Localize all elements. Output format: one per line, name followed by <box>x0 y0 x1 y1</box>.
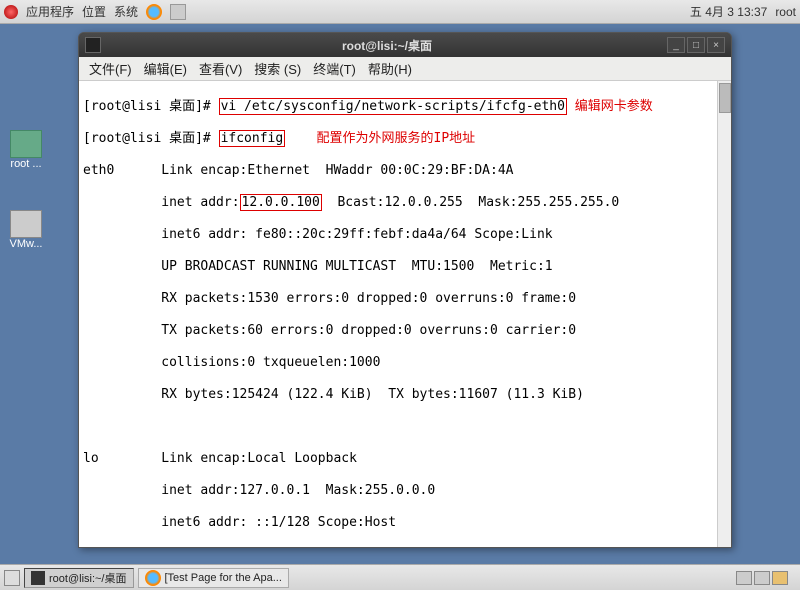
workspace-1[interactable] <box>736 571 752 585</box>
menu-system[interactable]: 系统 <box>114 3 138 20</box>
terminal-icon <box>31 571 45 585</box>
cmd-vi-ifcfg: vi /etc/sysconfig/network-scripts/ifcfg-… <box>219 98 567 115</box>
menu-edit[interactable]: 编辑(E) <box>140 57 191 80</box>
taskbar-firefox[interactable]: [Test Page for the Apa... <box>138 568 289 588</box>
top-panel: 应用程序 位置 系统 五 4月 3 13:37 root <box>0 0 800 24</box>
scroll-thumb[interactable] <box>719 83 731 113</box>
menubar: 文件(F) 编辑(E) 查看(V) 搜索 (S) 终端(T) 帮助(H) <box>79 57 731 81</box>
minimize-button[interactable]: _ <box>667 37 685 53</box>
bottom-panel: root@lisi:~/桌面 [Test Page for the Apa... <box>0 564 800 590</box>
workspace-2[interactable] <box>754 571 770 585</box>
desktop-icons: root ... VMw... <box>6 130 46 250</box>
titlebar[interactable]: root@lisi:~/桌面 _ □ × <box>79 33 731 57</box>
user-menu[interactable]: root <box>775 5 796 19</box>
scrollbar[interactable] <box>717 81 731 547</box>
menu-terminal[interactable]: 终端(T) <box>309 57 360 80</box>
maximize-button[interactable]: □ <box>687 37 705 53</box>
terminal-output[interactable]: [root@lisi 桌面]# vi /etc/sysconfig/networ… <box>79 81 731 547</box>
menu-view[interactable]: 查看(V) <box>195 57 246 80</box>
window-title: root@lisi:~/桌面 <box>107 37 667 54</box>
annotation-edit-nic: 编辑网卡参数 <box>575 99 653 114</box>
desktop-icon-home[interactable]: root ... <box>6 130 46 170</box>
launcher-icon[interactable] <box>170 4 186 20</box>
menu-help[interactable]: 帮助(H) <box>364 57 416 80</box>
eth0-ip: 12.0.0.100 <box>240 194 322 211</box>
firefox-icon <box>145 570 161 586</box>
menu-search[interactable]: 搜索 (S) <box>250 57 305 80</box>
menu-applications[interactable]: 应用程序 <box>26 3 74 20</box>
clock[interactable]: 五 4月 3 13:37 <box>690 3 767 20</box>
terminal-icon <box>85 37 101 53</box>
annotation-ip: 配置作为外网服务的IP地址 <box>317 131 476 146</box>
terminal-window: root@lisi:~/桌面 _ □ × 文件(F) 编辑(E) 查看(V) 搜… <box>78 32 732 548</box>
tray-alert-icon[interactable] <box>772 571 788 585</box>
close-button[interactable]: × <box>707 37 725 53</box>
menu-places[interactable]: 位置 <box>82 3 106 20</box>
taskbar-terminal[interactable]: root@lisi:~/桌面 <box>24 568 134 588</box>
tray <box>736 571 796 585</box>
activities-icon[interactable] <box>4 5 18 19</box>
cmd-ifconfig: ifconfig <box>219 130 286 147</box>
menu-file[interactable]: 文件(F) <box>85 57 136 80</box>
show-desktop-icon[interactable] <box>4 570 20 586</box>
desktop-icon-vmware[interactable]: VMw... <box>6 210 46 250</box>
firefox-icon[interactable] <box>146 4 162 20</box>
